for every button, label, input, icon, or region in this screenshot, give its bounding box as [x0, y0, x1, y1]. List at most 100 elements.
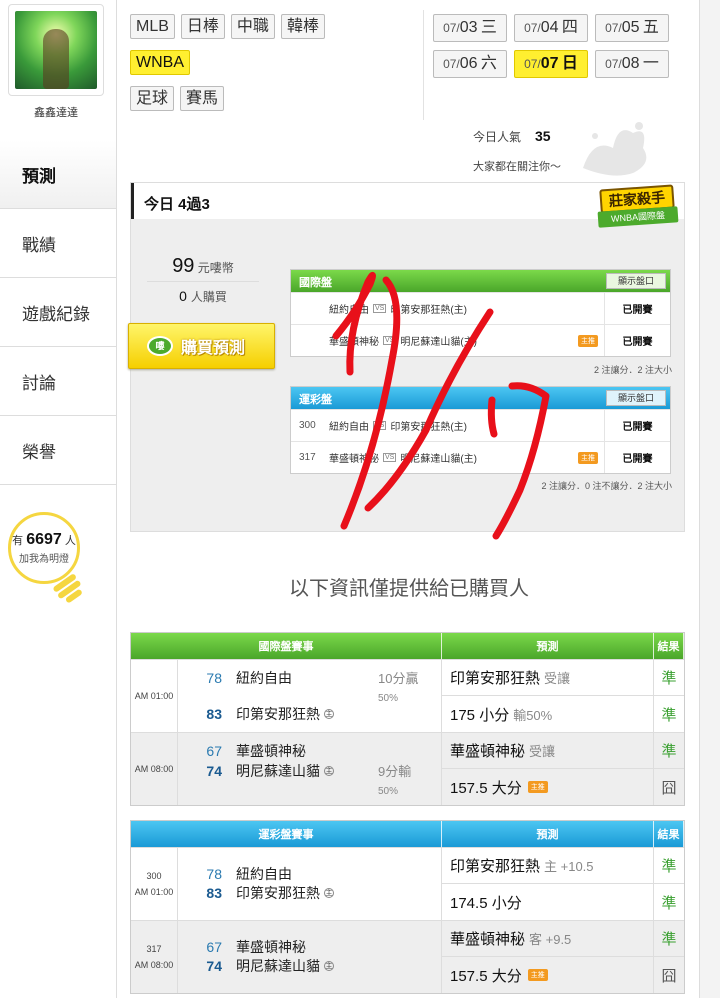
home-team: 印第安那狂熱(主)	[390, 422, 468, 433]
team-score: 78	[206, 866, 222, 882]
price-value: 99	[172, 255, 195, 277]
col-header-result: 結果	[654, 821, 684, 847]
sport-odds-header: 運彩盤 顯示盤口	[291, 387, 670, 409]
sidebar-item-game-log[interactable]: 遊戲紀錄	[0, 278, 116, 347]
date-0705[interactable]: 07/05 五	[595, 14, 669, 42]
spread-result: 9分輸 50%	[378, 763, 411, 801]
fan-count: 6697	[26, 531, 62, 548]
main-content: MLB 日棒 中職 韓棒 WNBA 足球 賽馬 07/03 三 07/04 四 …	[116, 0, 700, 998]
featured-pick-badge: 主推	[527, 969, 548, 981]
result-hit: 準	[654, 660, 684, 696]
team-line: 67 華盛頓神秘	[178, 741, 306, 761]
game-number: 317	[299, 452, 316, 463]
prediction-detail: 主 +10.5	[544, 859, 594, 874]
vs-icon: VS	[373, 304, 387, 313]
prediction-pick: 157.5 大分	[450, 967, 522, 985]
avatar-image	[15, 11, 97, 89]
intl-odds-box: 國際盤 顯示盤口 紐約自由 VS 印第安那狂熱(主) 已開賽 華盛頓神秘 VS 明尼蘇達…	[290, 269, 671, 357]
prediction-line: 157.5 大分 主推	[442, 957, 653, 993]
home-marker-icon: 主	[324, 766, 334, 776]
game-number: 300	[299, 420, 316, 431]
popularity-value: 35	[535, 128, 551, 144]
prediction-cell: 印第安那狂熱 受讓 175 小分 輸50%	[442, 660, 654, 732]
table-row: 300 AM 01:00 78 紐約自由 83 印第安那狂熱主 印第安那狂熱主 +10…	[131, 847, 684, 920]
date-0704[interactable]: 07/04 四	[514, 14, 588, 42]
spread-outcome: 10分贏	[378, 671, 419, 686]
price: 99 元嘍幣	[131, 255, 275, 278]
sidebar-item-record[interactable]: 戰績	[0, 209, 116, 278]
game-teams: 紐約自由 VS 印第安那狂熱(主)	[329, 301, 604, 316]
prediction-cell: 華盛頓神秘客 +9.5 157.5 大分 主推	[442, 921, 654, 993]
game-number: 300	[146, 871, 162, 881]
fan-lightbulb[interactable]: 有 6697 人 加我為明燈	[8, 512, 80, 584]
game-status: 已開賽	[604, 293, 670, 324]
col-header-prediction: 預測	[442, 821, 654, 847]
home-team: 明尼蘇達山貓(主)	[400, 337, 478, 348]
table-row: AM 01:00 78 紐約自由 83 印第安那狂熱主 10分贏 50% 印第安那狂熱…	[131, 659, 684, 732]
sidebar-item-predict[interactable]: 預測	[0, 140, 116, 209]
team-name: 華盛頓神秘	[236, 939, 306, 955]
sport-game-row: 300 紐約自由 VS 印第安那狂熱(主) 已開賽	[291, 409, 670, 441]
col-header-result: 結果	[654, 633, 684, 659]
team-name: 印第安那狂熱	[236, 885, 320, 901]
show-odds-button[interactable]: 顯示盤口	[606, 390, 666, 406]
popularity-label: 今日人氣	[473, 130, 522, 144]
username[interactable]: 鑫鑫達達	[0, 104, 112, 120]
team-score: 74	[206, 763, 222, 779]
date-0703[interactable]: 07/03 三	[433, 14, 507, 42]
prediction-pick: 157.5 大分	[450, 779, 522, 797]
game-time: AM 01:00	[134, 691, 174, 701]
prediction-cell: 華盛頓神秘 受讓 157.5 大分 主推	[442, 733, 654, 805]
team-score: 67	[206, 743, 222, 759]
col-header-games: 國際盤賽事	[131, 633, 442, 659]
game-status: 已開賽	[604, 410, 670, 441]
away-team: 華盛頓神秘	[329, 454, 379, 465]
category-row-3: 足球 賽馬	[130, 86, 225, 111]
intl-odds-title: 國際盤	[299, 277, 332, 289]
sidebar-item-discussion[interactable]: 討論	[0, 347, 116, 416]
intl-odds-header: 國際盤 顯示盤口	[291, 270, 670, 292]
category-row-1: MLB 日棒 中職 韓棒	[130, 14, 325, 39]
category-cpbl[interactable]: 中職	[230, 14, 275, 39]
home-marker-icon: 主	[324, 709, 334, 719]
date-0706[interactable]: 07/06 六	[433, 50, 507, 78]
dealer-killer-badge: 莊家殺手 WNBA國際盤	[597, 184, 679, 228]
intl-results-table: 國際盤賽事 預測 結果 AM 01:00 78 紐約自由 83 印第安那狂熱主 10…	[130, 632, 685, 806]
sport-game-row: 317 華盛頓神秘 VS 明尼蘇達山貓(主) 主推 已開賽	[291, 441, 670, 473]
spread-percent: 50%	[378, 693, 399, 704]
result-cell: 準 囧	[654, 733, 684, 805]
featured-pick-badge: 主推	[527, 781, 548, 793]
spread-percent: 50%	[378, 786, 399, 797]
intl-game-row: 華盛頓神秘 VS 明尼蘇達山貓(主) 主推 已開賽	[291, 324, 670, 356]
category-soccer[interactable]: 足球	[130, 86, 175, 111]
category-row-2: WNBA	[130, 50, 190, 75]
prediction-detail: 輸50%	[513, 707, 553, 723]
buy-prediction-button[interactable]: 嘍 購買預測	[128, 323, 275, 369]
date-0707[interactable]: 07/07 日	[514, 50, 588, 78]
avatar[interactable]	[8, 4, 104, 96]
category-mlb[interactable]: MLB	[130, 14, 175, 39]
team-line: 83 印第安那狂熱主	[178, 704, 334, 724]
team-name: 紐約自由	[236, 670, 292, 686]
sport-bet-summary: 2 注讓分．0 注不讓分．2 注大小	[541, 481, 672, 491]
result-miss: 囧	[661, 779, 677, 797]
app-root: 鑫鑫達達 預測 戰績 遊戲紀錄 討論 榮譽 有 6697 人 加我為明燈 MLB…	[0, 0, 720, 998]
splash-decoration-icon	[583, 122, 647, 176]
result-cell: 準 準	[654, 848, 684, 920]
category-horse-racing[interactable]: 賽馬	[180, 86, 225, 111]
away-team: 華盛頓神秘	[329, 337, 379, 348]
date-0708[interactable]: 07/08 一	[595, 50, 669, 78]
category-kbo[interactable]: 韓棒	[280, 14, 325, 39]
sidebar-item-honor[interactable]: 榮譽	[0, 416, 116, 485]
game-number: 317	[146, 944, 162, 954]
show-odds-button[interactable]: 顯示盤口	[606, 273, 666, 289]
team-name: 紐約自由	[236, 866, 292, 882]
team-line: 74 明尼蘇達山貓主	[178, 956, 334, 976]
category-wnba[interactable]: WNBA	[130, 50, 190, 75]
popularity: 今日人氣 35	[473, 128, 551, 145]
category-npb[interactable]: 日棒	[180, 14, 225, 39]
home-team: 印第安那狂熱(主)	[390, 305, 468, 316]
spread-outcome: 9分輸	[378, 764, 412, 779]
game-time-cell: 300 AM 01:00	[131, 848, 178, 920]
sidebar: 鑫鑫達達 預測 戰績 遊戲紀錄 討論 榮譽 有 6697 人 加我為明燈	[0, 0, 116, 998]
